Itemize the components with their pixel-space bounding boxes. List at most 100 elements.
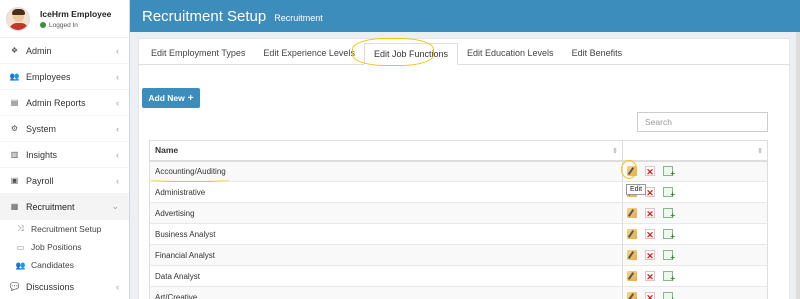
chevron-left-icon: ‹ [116, 123, 119, 134]
sidebar-item-system[interactable]: ⚙ System ‹ [0, 116, 129, 142]
sidebar-item-admin[interactable]: ❖ Admin ‹ [0, 38, 129, 64]
edit-tooltip: Edit [626, 184, 647, 195]
page-subtitle: Recruitment [274, 12, 323, 23]
row-actions: ✕ [622, 202, 768, 224]
copy-icon[interactable] [663, 292, 675, 299]
tab-benefits[interactable]: Edit Benefits [563, 42, 632, 64]
column-header-label: Name [155, 145, 179, 156]
add-new-button[interactable]: Add New + [142, 88, 200, 108]
tab-bar: Edit Employment Types Edit Experience Le… [139, 39, 789, 65]
chevron-left-icon: ‹ [116, 71, 119, 82]
edit-icon[interactable] [627, 271, 637, 281]
copy-icon[interactable] [663, 187, 675, 199]
chevron-left-icon: ‹ [116, 45, 119, 56]
sort-icon: ⇕ [612, 148, 618, 155]
users-icon: 👥 [15, 260, 26, 270]
table-row: Accounting/Auditing ✕ [149, 160, 768, 182]
sidebar-item-admin-reports[interactable]: ▤ Admin Reports ‹ [0, 90, 129, 116]
sort-icon: ⇕ [757, 148, 763, 155]
search-input[interactable] [637, 112, 768, 132]
chevron-down-icon: ⌄ [111, 201, 119, 211]
delete-icon[interactable]: ✕ [645, 292, 655, 299]
copy-icon[interactable] [663, 271, 675, 283]
sidebar-item-label: Insights [26, 149, 58, 160]
chevron-left-icon: ‹ [116, 149, 119, 160]
delete-icon[interactable]: ✕ [645, 229, 655, 240]
tab-education-levels[interactable]: Edit Education Levels [458, 42, 563, 64]
sidebar-item-insights[interactable]: ▥ Insights ‹ [0, 142, 129, 168]
delete-icon[interactable]: ✕ [645, 250, 655, 261]
sidebar-item-label: Employees [26, 71, 71, 82]
row-actions: ✕ [622, 265, 768, 287]
annotation-circle-edit [621, 160, 637, 179]
grid-icon: ▦ [10, 202, 19, 211]
plus-icon: + [187, 92, 194, 104]
annotation-underline [150, 176, 230, 182]
sidebar-item-employees[interactable]: 👥 Employees ‹ [0, 64, 129, 90]
sidebar-item-label: Admin Reports [26, 97, 86, 108]
copy-icon[interactable] [663, 166, 675, 178]
sidebar-subitem-label: Candidates [31, 260, 75, 270]
content-panel: Edit Employment Types Edit Experience Le… [138, 38, 790, 299]
delete-icon[interactable]: ✕ [645, 208, 655, 219]
edit-icon[interactable] [627, 250, 637, 260]
users-icon: 👥 [9, 72, 20, 81]
edit-icon[interactable] [627, 292, 637, 299]
delete-icon[interactable]: ✕ [645, 271, 655, 282]
sidebar-item-payroll[interactable]: ▣ Payroll ‹ [0, 168, 129, 194]
online-dot-icon [40, 22, 46, 28]
comments-icon: 💬 [9, 282, 20, 291]
user-status-label: Logged In [49, 21, 78, 29]
sidebar-item-recruitment[interactable]: ▦ Recruitment ⌄ [0, 194, 129, 220]
file-icon: ▤ [10, 98, 19, 107]
column-header-actions[interactable]: ⇕ [622, 140, 768, 162]
sidebar-subitem-candidates[interactable]: 👥 Candidates [0, 256, 129, 274]
page-header: Recruitment Setup Recruitment [130, 0, 800, 32]
row-name: Financial Analyst [149, 244, 623, 266]
edit-icon[interactable] [627, 208, 637, 218]
table-row: Administrative ✕ [149, 181, 768, 203]
row-actions: ✕ [622, 244, 768, 266]
chevron-left-icon: ‹ [116, 281, 119, 292]
random-icon: ⤨ [17, 224, 24, 233]
sidebar-item-label: Admin [26, 45, 52, 56]
sidebar-item-discussions[interactable]: 💬 Discussions ‹ [0, 274, 129, 299]
add-new-label: Add New [148, 93, 185, 103]
row-name: Administrative [149, 181, 623, 203]
delete-icon[interactable]: ✕ [645, 187, 655, 198]
cubes-icon: ❖ [10, 46, 19, 55]
copy-icon[interactable] [663, 250, 675, 262]
edit-icon[interactable] [627, 229, 637, 239]
annotation-circle-tab [352, 38, 434, 66]
sidebar-subitem-label: Recruitment Setup [31, 224, 102, 234]
row-actions: ✕ [622, 160, 768, 182]
sidebar: IceHrm Employee Logged In ❖ Admin ‹ 👥 Em… [0, 0, 130, 299]
user-name: IceHrm Employee [40, 8, 112, 19]
job-functions-table: Name ⇕ ⇕ Accounting/Auditing ✕ Administr… [149, 140, 768, 299]
page-scrollbar[interactable] [796, 32, 800, 299]
sidebar-item-label: System [26, 123, 57, 134]
avatar [6, 6, 30, 31]
tab-experience-levels[interactable]: Edit Experience Levels [254, 42, 364, 64]
row-name: Advertising [149, 202, 623, 224]
table-row: Advertising ✕ [149, 202, 768, 224]
copy-icon[interactable] [663, 208, 675, 220]
table-row: Art/Creative ✕ [149, 286, 768, 299]
copy-icon[interactable] [663, 229, 675, 241]
page-title: Recruitment Setup [142, 7, 267, 25]
sidebar-subitem-recruitment-setup[interactable]: ⤨ Recruitment Setup [0, 220, 129, 238]
tab-employment-types[interactable]: Edit Employment Types [142, 42, 254, 64]
table-header-row: Name ⇕ ⇕ [149, 140, 768, 162]
sidebar-subitem-job-positions[interactable]: ▭ Job Positions [0, 238, 129, 256]
column-header-name[interactable]: Name ⇕ [149, 140, 623, 162]
delete-icon[interactable]: ✕ [645, 166, 655, 177]
user-panel: IceHrm Employee Logged In [0, 0, 129, 38]
sidebar-item-label: Payroll [26, 175, 54, 186]
recruitment-submenu: ⤨ Recruitment Setup ▭ Job Positions 👥 Ca… [0, 220, 129, 274]
bar-chart-icon: ▥ [10, 150, 19, 159]
row-actions: ✕ [622, 223, 768, 245]
user-status: Logged In [40, 22, 111, 29]
table-row: Financial Analyst ✕ [149, 244, 768, 266]
row-name: Business Analyst [149, 223, 623, 245]
cogs-icon: ⚙ [10, 124, 19, 133]
